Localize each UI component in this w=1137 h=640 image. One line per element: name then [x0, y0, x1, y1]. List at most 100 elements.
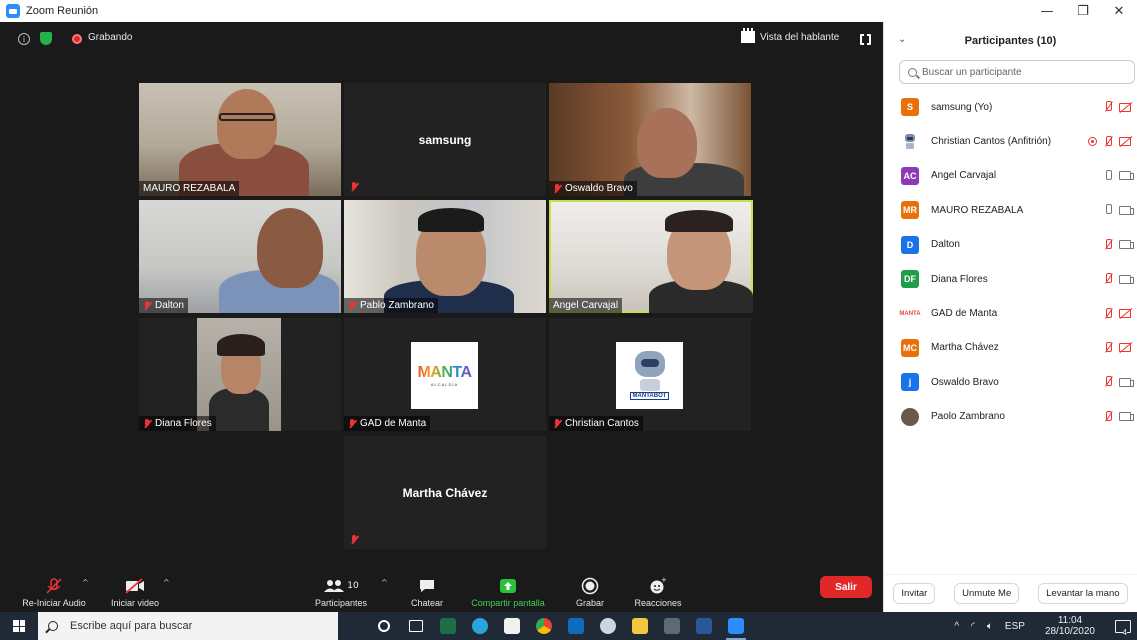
minimize-icon[interactable]: — — [1029, 0, 1065, 22]
fullscreen-icon[interactable] — [860, 33, 871, 46]
video-options-caret-icon[interactable]: ^ — [163, 578, 170, 587]
notification-center-icon[interactable]: 4 — [1109, 612, 1137, 640]
chrome-icon[interactable] — [528, 612, 560, 640]
clock[interactable]: 11:04 28/10/2020 — [1039, 615, 1101, 637]
camera-icon[interactable] — [1119, 274, 1134, 284]
audio-options-caret-icon[interactable]: ^ — [82, 578, 89, 587]
mic-muted-icon — [143, 300, 151, 311]
mic-muted-icon[interactable] — [1103, 410, 1113, 423]
participant-search-input[interactable] — [922, 66, 1122, 78]
search-icon — [908, 67, 917, 77]
video-tile-angel[interactable]: Angel Carvajal — [549, 200, 753, 313]
mic-muted-icon[interactable] — [1103, 273, 1113, 285]
participants-caret-icon[interactable]: ^ — [381, 578, 388, 587]
reactions-button[interactable]: + Reacciones — [628, 568, 688, 612]
participant-row[interactable]: D Dalton — [884, 228, 1137, 262]
mic-muted-icon[interactable] — [1103, 376, 1113, 388]
wifi-icon[interactable]: ◜ — [971, 621, 975, 632]
participant-row[interactable]: j Oswaldo Bravo — [884, 365, 1137, 399]
mic-muted-icon[interactable] — [1103, 238, 1113, 251]
avatar: DF — [901, 270, 919, 289]
video-tile-dalton[interactable]: Dalton — [139, 200, 341, 313]
video-area: i Grabando Vista del hablante MAURO REZA… — [0, 22, 883, 612]
unmute-me-button[interactable]: Unmute Me — [954, 583, 1020, 604]
camera-off-icon[interactable] — [1119, 137, 1131, 147]
reinitiate-audio-button[interactable]: Re-Iniciar Audio — [14, 568, 94, 612]
camera-off-icon[interactable] — [1119, 343, 1131, 353]
camera-icon[interactable] — [1119, 205, 1134, 215]
zoom-taskbar-icon[interactable] — [720, 612, 752, 640]
raise-hand-button[interactable]: Levantar la mano — [1038, 583, 1128, 604]
camera-icon[interactable] — [1119, 412, 1134, 422]
record-icon — [579, 577, 601, 595]
camera-icon[interactable] — [1119, 377, 1134, 387]
start-button[interactable] — [0, 612, 38, 640]
participants-button[interactable]: 10 Participantes — [306, 568, 376, 612]
video-tile-oswaldo[interactable]: Oswaldo Bravo — [549, 83, 751, 196]
video-tile-martha[interactable]: Martha Chávez — [344, 436, 546, 549]
mic-muted-icon[interactable] — [1103, 101, 1113, 113]
camera-icon[interactable] — [1119, 240, 1134, 250]
video-tile-pablo[interactable]: Pablo Zambrano — [344, 200, 546, 313]
avatar: D — [901, 235, 919, 254]
speaker-view-button[interactable]: Vista del hablante — [741, 28, 839, 43]
language-indicator[interactable]: ESP — [1005, 621, 1025, 632]
mic-icon[interactable] — [1103, 169, 1113, 182]
participant-status — [1103, 204, 1134, 216]
record-button[interactable]: Grabar — [570, 568, 610, 612]
store-icon[interactable] — [496, 612, 528, 640]
start-video-button[interactable]: Iniciar video — [102, 568, 168, 612]
participant-row[interactable]: MC Martha Chávez — [884, 331, 1137, 365]
video-tile-mauro[interactable]: MAURO REZABALA — [139, 83, 341, 196]
participant-row[interactable]: Ssamsung (Yo) — [884, 90, 1137, 124]
video-tile-christian[interactable]: MANTABOT Christian Cantos — [549, 318, 751, 431]
calculator-icon[interactable] — [656, 612, 688, 640]
excel-icon[interactable] — [432, 612, 464, 640]
video-tile-samsung[interactable]: samsung — [344, 83, 546, 196]
video-tile-diana[interactable]: Diana Flores — [139, 318, 341, 431]
volume-icon[interactable]: 🔈︎ — [987, 621, 993, 632]
participant-row[interactable]: MANTA GAD de Manta — [884, 296, 1137, 330]
camera-off-icon[interactable] — [1119, 102, 1131, 112]
task-view-icon[interactable] — [400, 612, 432, 640]
cortana-icon[interactable] — [368, 612, 400, 640]
file-explorer-icon[interactable] — [624, 612, 656, 640]
camera-icon[interactable] — [1119, 171, 1134, 181]
participant-row[interactable]: MR MAURO REZABALA — [884, 193, 1137, 227]
meeting-toolbar: Re-Iniciar Audio ^ Iniciar video ^ 10 Pa… — [0, 568, 883, 612]
mic-muted-icon[interactable] — [1103, 307, 1113, 320]
mic-icon[interactable] — [1103, 204, 1113, 216]
paint-icon[interactable] — [592, 612, 624, 640]
participant-name: Diana Flores — [931, 273, 988, 285]
tray-chevron-icon[interactable]: ^ — [954, 621, 959, 632]
leave-button[interactable]: Salir — [820, 576, 872, 598]
outlook-icon[interactable] — [560, 612, 592, 640]
share-screen-button[interactable]: Compartir pantalla — [464, 568, 552, 612]
info-icon[interactable]: i — [18, 33, 30, 45]
participant-row[interactable]: Christian Cantos (Anfitrión) — [884, 124, 1137, 158]
security-shield-icon[interactable] — [40, 32, 52, 45]
tile-name: Christian Cantos — [549, 416, 643, 431]
mic-muted-icon[interactable] — [1103, 135, 1113, 148]
chevron-down-icon[interactable]: ⌄ — [898, 34, 906, 45]
mic-muted-icon[interactable] — [1103, 341, 1113, 354]
participant-status — [1088, 135, 1131, 148]
participants-label: Participantes — [314, 598, 368, 608]
chat-button[interactable]: Chatear — [405, 568, 449, 612]
participant-row[interactable]: AC Angel Carvajal — [884, 159, 1137, 193]
taskbar-search[interactable]: Escribe aquí para buscar — [38, 612, 338, 640]
video-tile-gad-manta[interactable]: MANTA ALCALDÍA GAD de Manta — [344, 318, 546, 431]
word-icon[interactable] — [688, 612, 720, 640]
participant-name: Christian Cantos (Anfitrión) — [931, 136, 1052, 148]
close-icon[interactable]: ✕ — [1101, 0, 1137, 22]
participant-name: MAURO REZABALA — [931, 204, 1024, 216]
restore-icon[interactable]: ❐ — [1065, 0, 1101, 22]
participant-row[interactable]: Paolo Zambrano — [884, 400, 1137, 434]
participant-name: Martha Chávez — [931, 342, 999, 354]
invite-button[interactable]: Invitar — [893, 583, 936, 604]
participant-search[interactable] — [899, 60, 1135, 84]
participant-row[interactable]: DF Diana Flores — [884, 262, 1137, 296]
clock-date: 28/10/2020 — [1044, 626, 1095, 637]
edge-icon[interactable] — [464, 612, 496, 640]
camera-off-icon[interactable] — [1119, 309, 1131, 319]
